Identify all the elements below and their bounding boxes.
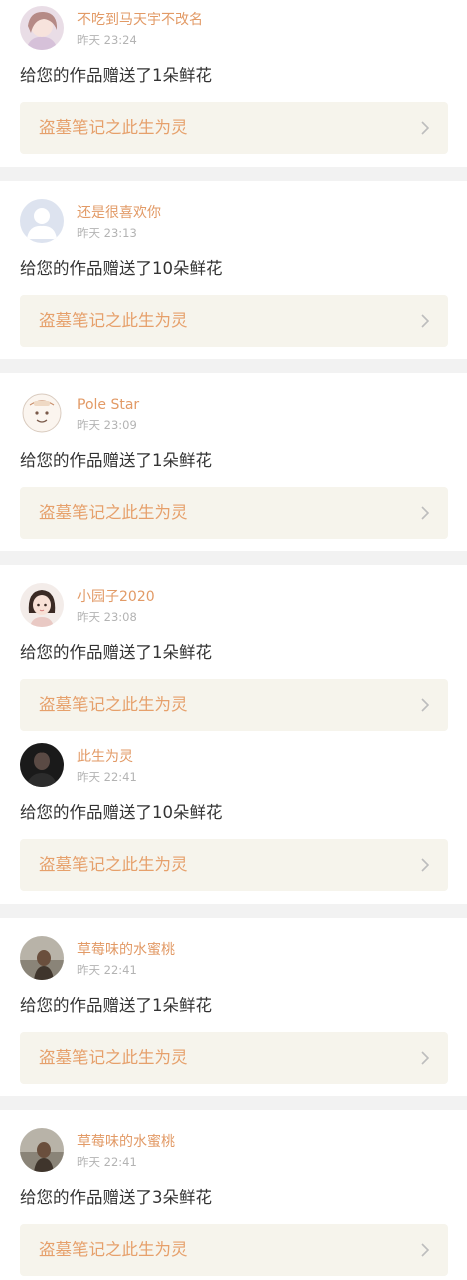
chevron-right-icon (420, 120, 430, 136)
gift-message: 给您的作品赠送了10朵鲜花 (20, 803, 223, 822)
timestamp: 昨天 23:24 (77, 33, 137, 47)
notification-item: 草莓味的水蜜桃 昨天 22:41 给您的作品赠送了3朵鲜花 盗墓笔记之此生为灵 (0, 1110, 467, 1280)
work-link[interactable]: 盗墓笔记之此生为灵 (20, 487, 448, 539)
timestamp: 昨天 22:41 (77, 1155, 137, 1169)
gift-message: 给您的作品赠送了1朵鲜花 (20, 451, 212, 470)
gift-message: 给您的作品赠送了1朵鲜花 (20, 996, 212, 1015)
dark-photo-avatar-icon (20, 743, 64, 787)
user-avatar[interactable] (20, 1128, 64, 1172)
timestamp: 昨天 22:41 (77, 770, 137, 784)
username[interactable]: Pole Star (77, 396, 139, 414)
gift-message: 给您的作品赠送了10朵鲜花 (20, 259, 223, 278)
work-title: 盗墓笔记之此生为灵 (39, 118, 188, 137)
work-link[interactable]: 盗墓笔记之此生为灵 (20, 1032, 448, 1084)
work-link[interactable]: 盗墓笔记之此生为灵 (20, 679, 448, 731)
notification-item: 草莓味的水蜜桃 昨天 22:41 给您的作品赠送了1朵鲜花 盗墓笔记之此生为灵 (0, 918, 467, 1096)
chevron-right-icon (420, 313, 430, 329)
work-link[interactable]: 盗墓笔记之此生为灵 (20, 295, 448, 347)
username[interactable]: 还是很喜欢你 (77, 204, 161, 222)
work-link[interactable]: 盗墓笔记之此生为灵 (20, 839, 448, 891)
username[interactable]: 草莓味的水蜜桃 (77, 941, 175, 959)
gift-message: 给您的作品赠送了1朵鲜花 (20, 643, 212, 662)
default-user-avatar-icon (20, 199, 64, 243)
timestamp: 昨天 23:09 (77, 418, 137, 432)
chevron-right-icon (420, 1050, 430, 1066)
work-title: 盗墓笔记之此生为灵 (39, 311, 188, 330)
username[interactable]: 草莓味的水蜜桃 (77, 1133, 175, 1151)
cartoon-sketch-avatar-icon (20, 391, 64, 435)
user-avatar[interactable] (20, 6, 64, 50)
gift-message: 给您的作品赠送了3朵鲜花 (20, 1188, 212, 1207)
timestamp: 昨天 22:41 (77, 963, 137, 977)
work-title: 盗墓笔记之此生为灵 (39, 695, 188, 714)
user-avatar[interactable] (20, 199, 64, 243)
chevron-right-icon (420, 697, 430, 713)
work-title: 盗墓笔记之此生为灵 (39, 1240, 188, 1259)
chevron-right-icon (420, 857, 430, 873)
username[interactable]: 小园子2020 (77, 588, 155, 606)
timestamp: 昨天 23:13 (77, 226, 137, 240)
work-title: 盗墓笔记之此生为灵 (39, 855, 188, 874)
chevron-right-icon (420, 1242, 430, 1258)
notification-item: 不吃到马天宇不改名 昨天 23:24 给您的作品赠送了1朵鲜花 盗墓笔记之此生为… (0, 0, 467, 167)
user-avatar[interactable] (20, 583, 64, 627)
photo-avatar-icon (20, 1128, 64, 1172)
notification-item: Pole Star 昨天 23:09 给您的作品赠送了1朵鲜花 盗墓笔记之此生为… (0, 373, 467, 551)
username[interactable]: 不吃到马天宇不改名 (77, 11, 203, 29)
work-link[interactable]: 盗墓笔记之此生为灵 (20, 102, 448, 154)
work-title: 盗墓笔记之此生为灵 (39, 1048, 188, 1067)
chevron-right-icon (420, 505, 430, 521)
work-link[interactable]: 盗墓笔记之此生为灵 (20, 1224, 448, 1276)
gift-message: 给您的作品赠送了1朵鲜花 (20, 66, 212, 85)
notification-item: 还是很喜欢你 昨天 23:13 给您的作品赠送了10朵鲜花 盗墓笔记之此生为灵 (0, 181, 467, 359)
user-avatar[interactable] (20, 936, 64, 980)
cartoon-girl-avatar-icon (20, 583, 64, 627)
timestamp: 昨天 23:08 (77, 610, 137, 624)
notification-item: 小园子2020 昨天 23:08 给您的作品赠送了1朵鲜花 盗墓笔记之此生为灵 … (0, 565, 467, 904)
user-avatar[interactable] (20, 391, 64, 435)
user-avatar[interactable] (20, 743, 64, 787)
photo-avatar-icon (20, 936, 64, 980)
notification-feed: 不吃到马天宇不改名 昨天 23:24 给您的作品赠送了1朵鲜花 盗墓笔记之此生为… (0, 0, 467, 1280)
anime-girl-avatar-icon (20, 6, 64, 50)
username[interactable]: 此生为灵 (77, 748, 133, 766)
work-title: 盗墓笔记之此生为灵 (39, 503, 188, 522)
